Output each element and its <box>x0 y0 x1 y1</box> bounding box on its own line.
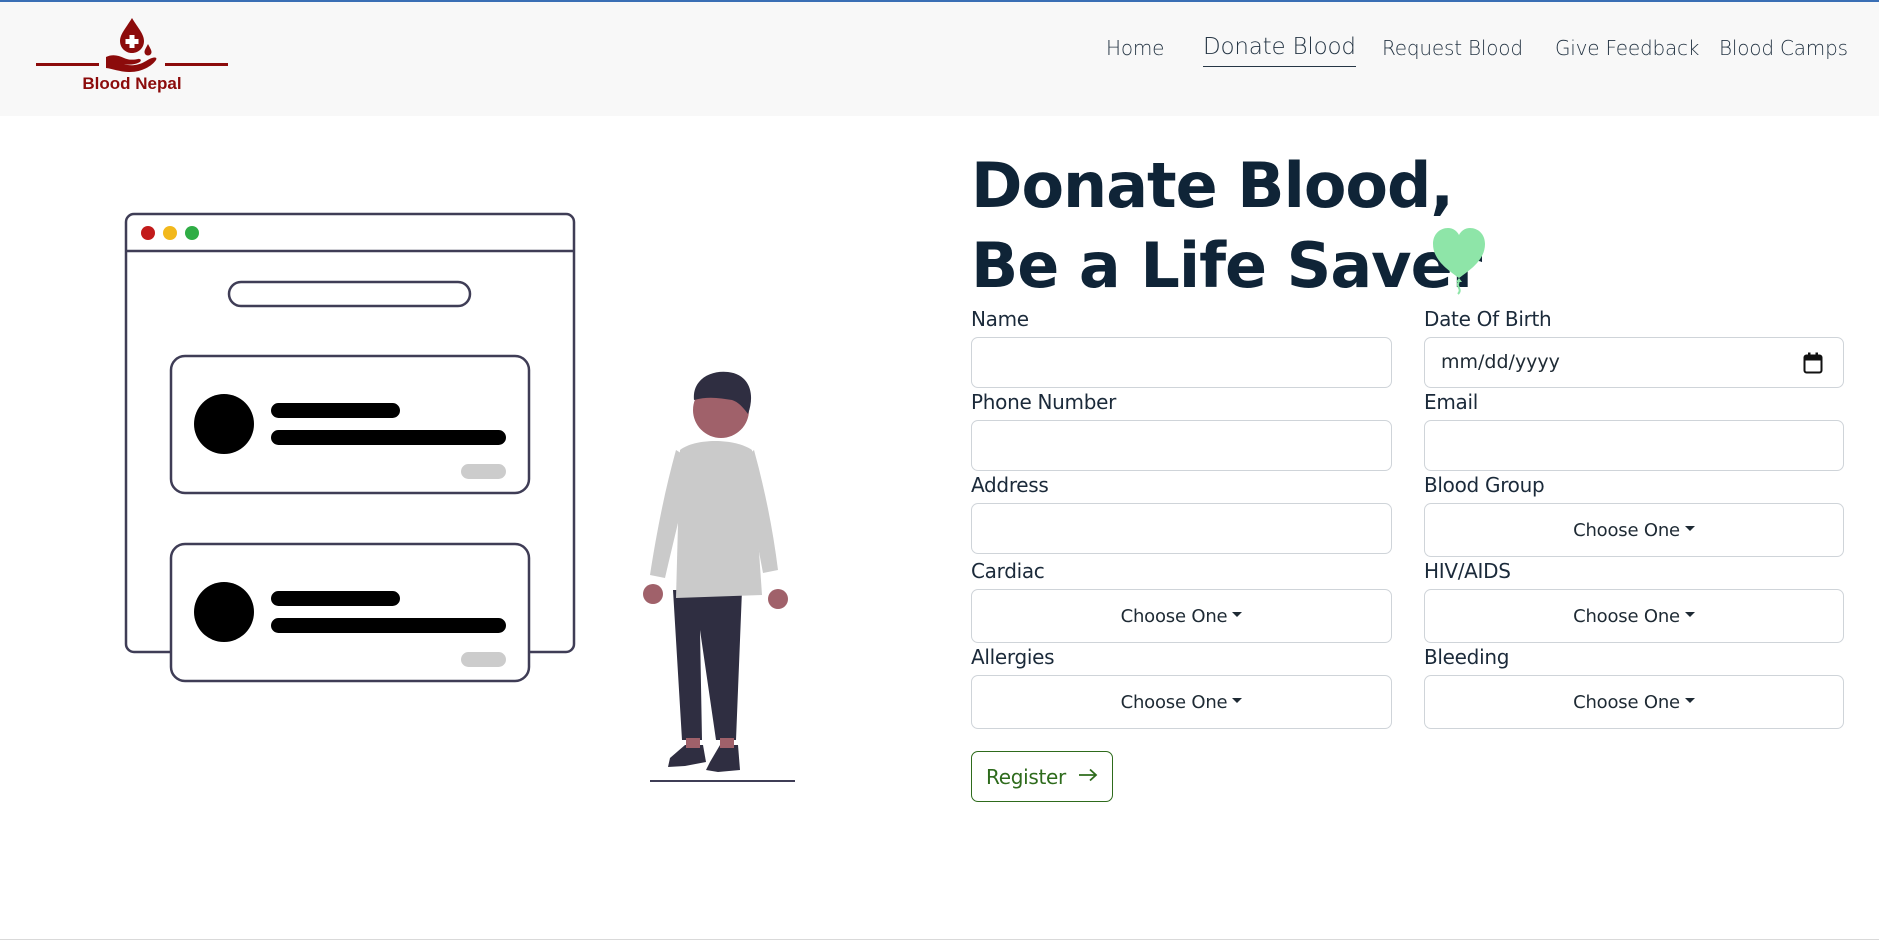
bleeding-label: Bleeding <box>1424 645 1510 669</box>
dob-label: Date Of Birth <box>1424 307 1552 331</box>
allergies-selected: Choose One <box>1120 691 1228 713</box>
bleeding-dropdown[interactable]: Choose One <box>1424 675 1844 729</box>
calendar-icon[interactable] <box>1803 352 1823 378</box>
email-label: Email <box>1424 390 1478 414</box>
hiv-selected: Choose One <box>1573 605 1680 627</box>
nav-link-donate-blood[interactable]: Donate Blood <box>1203 34 1356 67</box>
register-label: Register <box>986 764 1066 789</box>
cardiac-label: Cardiac <box>971 559 1045 583</box>
allergies-dropdown[interactable]: Choose One <box>971 675 1392 729</box>
caret-down-icon <box>1232 611 1243 617</box>
register-button[interactable]: Register <box>971 751 1113 802</box>
hand-blood-drop-icon <box>36 18 228 72</box>
caret-down-icon <box>1684 525 1695 531</box>
address-label: Address <box>971 473 1049 497</box>
dob-placeholder: mm/dd/yyyy <box>1441 351 1560 373</box>
page-title: Donate Blood, Be a Life Saver <box>971 146 1482 306</box>
phone-input[interactable] <box>971 420 1392 471</box>
nav-link-blood-camps[interactable]: Blood Camps <box>1719 36 1848 60</box>
blood-group-dropdown[interactable]: Choose One <box>1424 503 1844 557</box>
address-input[interactable] <box>971 503 1392 554</box>
bleeding-selected: Choose One <box>1573 691 1680 713</box>
title-line-2: Be a Life Saver <box>971 229 1482 302</box>
dob-input[interactable]: mm/dd/yyyy <box>1424 337 1844 388</box>
browser-person-illustration <box>124 212 795 782</box>
blood-group-selected: Choose One <box>1573 519 1680 541</box>
phone-label: Phone Number <box>971 390 1117 414</box>
cardiac-dropdown[interactable]: Choose One <box>971 589 1392 643</box>
title-line-1: Donate Blood, <box>971 149 1454 222</box>
nav-link-request-blood[interactable]: Request Blood <box>1382 36 1523 60</box>
blood-group-label: Blood Group <box>1424 473 1545 497</box>
allergies-label: Allergies <box>971 645 1055 669</box>
email-input[interactable] <box>1424 420 1844 471</box>
navbar: Blood Nepal Home Donate Blood Request Bl… <box>0 2 1879 116</box>
cardiac-selected: Choose One <box>1120 605 1228 627</box>
brand-name: Blood Nepal <box>82 74 182 93</box>
hiv-label: HIV/AIDS <box>1424 559 1511 583</box>
name-label: Name <box>971 307 1029 331</box>
hiv-dropdown[interactable]: Choose One <box>1424 589 1844 643</box>
name-input[interactable] <box>971 337 1392 388</box>
heart-balloon-icon <box>1430 224 1488 300</box>
caret-down-icon <box>1232 697 1243 703</box>
brand-logo[interactable]: Blood Nepal <box>34 16 230 98</box>
arrow-right-icon <box>1078 767 1098 786</box>
nav-link-give-feedback[interactable]: Give Feedback <box>1555 36 1699 60</box>
nav-link-home[interactable]: Home <box>1106 36 1164 60</box>
caret-down-icon <box>1684 697 1695 703</box>
signup-illustration <box>120 210 810 790</box>
caret-down-icon <box>1684 611 1695 617</box>
